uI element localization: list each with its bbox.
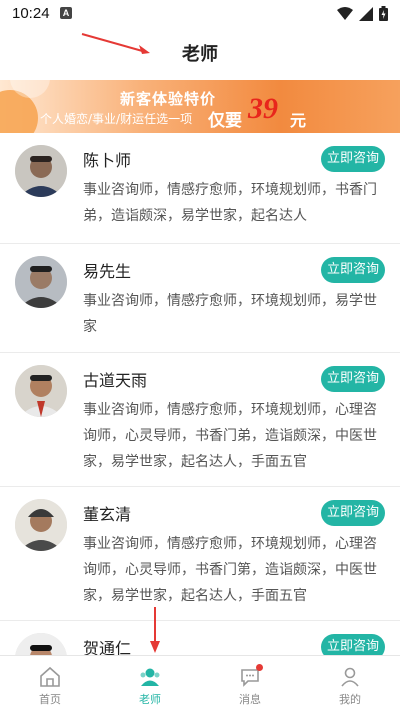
avatar [15, 633, 67, 655]
teacher-description: 事业咨询师，情感疗愈师，环境规划师，心理咨询师，心灵导师，书香门弟，造诣颇深，中… [83, 402, 377, 470]
avatar [15, 256, 67, 308]
teacher-name: 陈卜师 [83, 151, 132, 170]
promo-banner[interactable]: 新客体验特价 个人婚恋/事业/财运任选一项 仅要 39 元 [0, 80, 400, 133]
status-time: 10:24 [12, 5, 50, 22]
consult-button[interactable]: 立即咨询 [321, 634, 385, 655]
profile-icon [341, 667, 359, 687]
teacher-icon [140, 668, 160, 686]
consult-button[interactable]: 立即咨询 [321, 500, 385, 526]
nav-item-teacher[interactable]: 老师 [100, 656, 200, 710]
teacher-description: 事业咨询师，情感疗愈师，环境规划师，心理咨询师，心灵导师，书香门第，造诣颇深，中… [83, 536, 377, 604]
consult-button[interactable]: 立即咨询 [321, 257, 385, 283]
bottom-nav: 首页 老师 消息 我的 [0, 655, 400, 710]
banner-subtitle: 个人婚恋/事业/财运任选一项 [40, 112, 193, 126]
avatar [15, 145, 67, 197]
banner-price: 39 [248, 92, 278, 125]
annotation-arrow [150, 607, 160, 653]
app-screen: 10:24 A 老师 新客体验特价 个人婚恋/事业/财运任选一项 仅要 39 元… [0, 0, 400, 710]
nav-item-message[interactable]: 消息 [200, 656, 300, 710]
page-title: 老师 [182, 44, 218, 65]
unread-badge [256, 664, 263, 671]
home-icon [40, 666, 60, 687]
nav-item-profile[interactable]: 我的 [300, 656, 400, 710]
page-header: 老师 [0, 28, 400, 80]
avatar [15, 499, 67, 551]
banner-title: 新客体验特价 [120, 90, 217, 108]
teacher-description: 事业咨询师，情感疗愈师，环境规划师，书香门弟，造诣颇深，易学世家，起名达人 [83, 182, 377, 224]
nav-item-home[interactable]: 首页 [0, 656, 100, 710]
teacher-description: 事业咨询师，情感疗愈师，环境规划师，易学世家 [83, 293, 377, 335]
avatar [15, 365, 67, 417]
teacher-name: 贺通仁 [83, 639, 132, 655]
teacher-card[interactable]: 贺通仁 立即咨询 [0, 621, 400, 655]
nav-label-profile: 我的 [339, 693, 361, 706]
status-icons [337, 6, 388, 21]
teacher-name: 易先生 [83, 262, 132, 281]
teacher-list[interactable]: 陈卜师 立即咨询 事业咨询师，情感疗愈师，环境规划师，书香门弟，造诣颇深，易学世… [0, 133, 400, 655]
teacher-name: 董玄清 [83, 505, 132, 524]
teacher-card[interactable]: 陈卜师 立即咨询 事业咨询师，情感疗愈师，环境规划师，书香门弟，造诣颇深，易学世… [0, 133, 400, 244]
nav-label-teacher: 老师 [139, 693, 161, 706]
consult-button[interactable]: 立即咨询 [321, 366, 385, 392]
notification-a-icon: A [60, 7, 72, 19]
signal-icon [359, 6, 373, 21]
nav-label-message: 消息 [239, 693, 261, 706]
teacher-name: 古道天雨 [83, 371, 148, 390]
teacher-card[interactable]: 古道天雨 立即咨询 事业咨询师，情感疗愈师，环境规划师，心理咨询师，心灵导师，书… [0, 353, 400, 487]
consult-button[interactable]: 立即咨询 [321, 146, 385, 172]
battery-icon [379, 6, 388, 21]
banner-price-unit: 元 [290, 111, 307, 130]
wifi-icon [337, 6, 353, 20]
status-bar: 10:24 A [0, 0, 400, 28]
banner-price-label: 仅要 [208, 111, 242, 131]
teacher-card[interactable]: 易先生 立即咨询 事业咨询师，情感疗愈师，环境规划师，易学世家 [0, 244, 400, 353]
nav-label-home: 首页 [39, 693, 61, 706]
teacher-card[interactable]: 董玄清 立即咨询 事业咨询师，情感疗愈师，环境规划师，心理咨询师，心灵导师，书香… [0, 487, 400, 621]
